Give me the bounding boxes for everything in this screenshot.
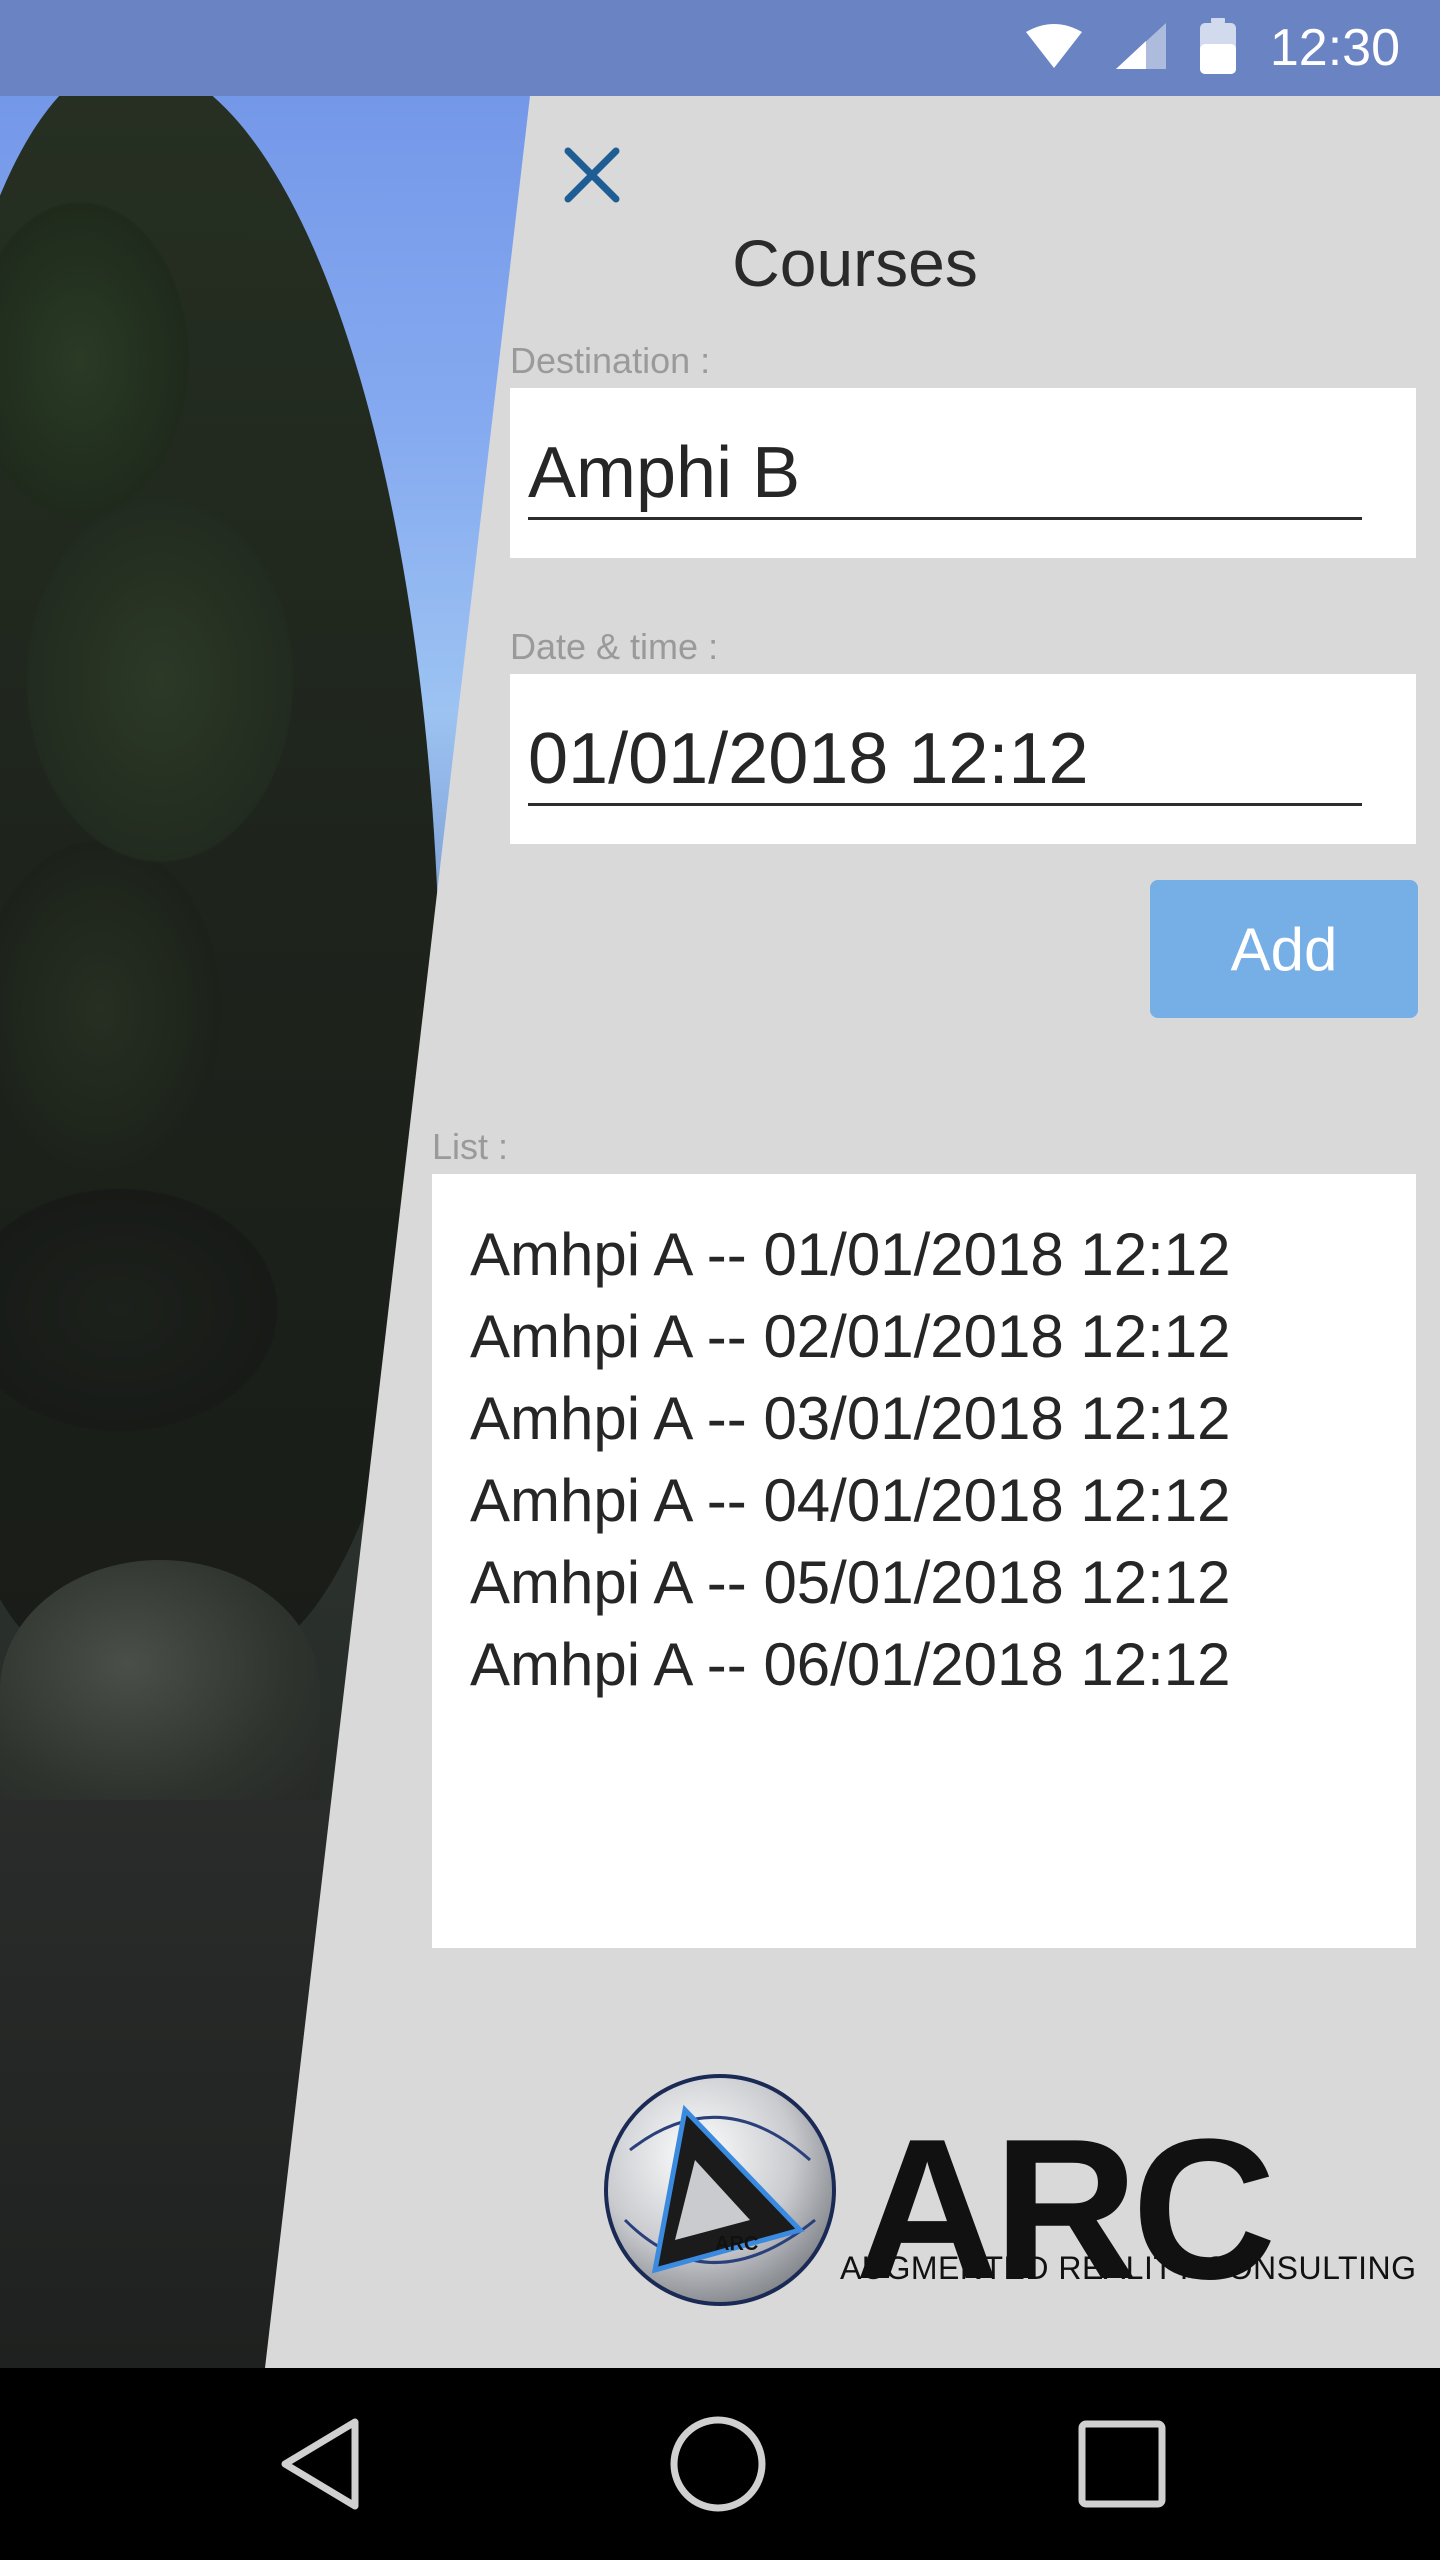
battery-icon (1199, 18, 1236, 78)
app-screen: 12:30 Courses Destination : Date & time … (0, 0, 1440, 2560)
list-item[interactable]: Amhpi A -- 01/01/2018 12:12 (470, 1214, 1416, 1296)
list-item[interactable]: Amhpi A -- 05/01/2018 12:12 (470, 1542, 1416, 1624)
home-icon (670, 2416, 766, 2512)
arc-logo: ARC ARC AUGMENTED REALITY CONSULTING (600, 2070, 1416, 2320)
datetime-input[interactable] (528, 714, 1362, 806)
destination-field-box (510, 388, 1416, 558)
destination-input[interactable] (528, 428, 1362, 520)
recents-icon (1078, 2420, 1166, 2508)
home-button[interactable] (618, 2368, 818, 2560)
svg-text:ARC: ARC (715, 2233, 758, 2255)
recents-button[interactable] (1022, 2368, 1222, 2560)
bush-image (0, 1560, 320, 1820)
close-icon (564, 147, 620, 203)
list-item[interactable]: Amhpi A -- 02/01/2018 12:12 (470, 1296, 1416, 1378)
add-button[interactable]: Add (1150, 880, 1418, 1018)
page-title: Courses (732, 226, 978, 300)
status-time: 12:30 (1269, 19, 1400, 77)
list-item[interactable]: Amhpi A -- 04/01/2018 12:12 (470, 1460, 1416, 1542)
course-list[interactable]: Amhpi A -- 01/01/2018 12:12 Amhpi A -- 0… (432, 1174, 1416, 1948)
list-item[interactable]: Amhpi A -- 03/01/2018 12:12 (470, 1378, 1416, 1460)
arc-logo-mark-icon: ARC (604, 2074, 836, 2306)
back-icon (281, 2418, 359, 2510)
wifi-icon (1025, 24, 1082, 72)
logo-subtitle: AUGMENTED REALITY CONSULTING (840, 2250, 1417, 2286)
close-button[interactable] (552, 135, 632, 215)
list-label: List : (432, 1126, 509, 1167)
back-button[interactable] (220, 2368, 420, 2560)
signal-icon (1115, 23, 1166, 73)
status-bar: 12:30 (0, 0, 1440, 96)
datetime-field-box (510, 674, 1416, 844)
datetime-label: Date & time : (510, 626, 719, 667)
tree-image (0, 60, 440, 1660)
destination-label: Destination : (510, 340, 711, 381)
navigation-bar (0, 2368, 1440, 2560)
list-item[interactable]: Amhpi A -- 06/01/2018 12:12 (470, 1624, 1416, 1706)
